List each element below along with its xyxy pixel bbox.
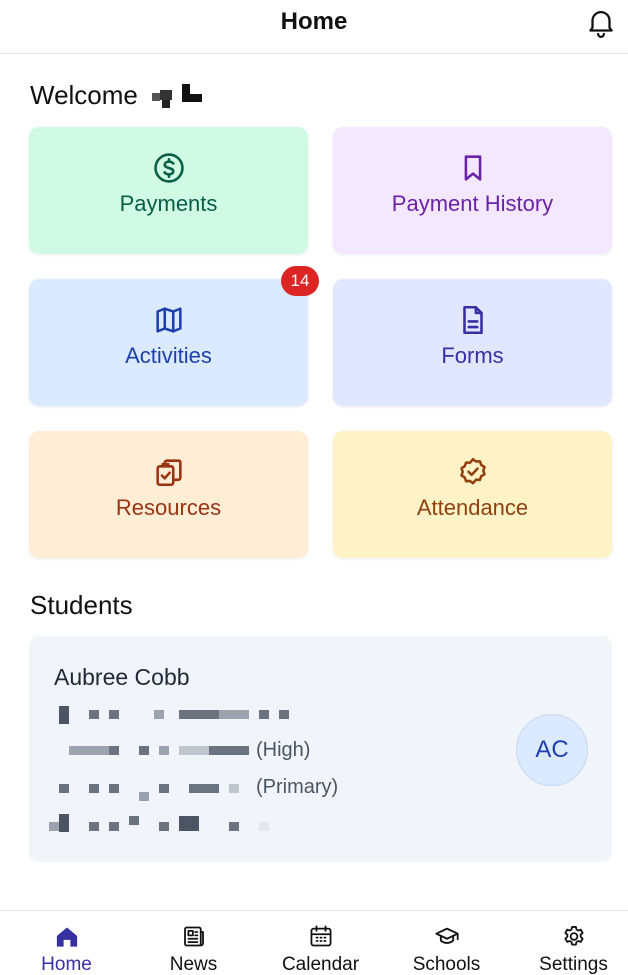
student-card[interactable]: Aubree Cobb (High) (Primary) AC <box>29 636 612 862</box>
graduation-cap-icon <box>434 927 459 944</box>
document-icon <box>462 305 483 335</box>
bottom-tab-bar: Home News Calendar Schools Settings <box>0 910 628 975</box>
attendance-tile[interactable]: Attendance <box>333 431 612 558</box>
welcome-label: Welcome <box>30 80 138 110</box>
tab-news-label: News <box>169 954 218 975</box>
bell-icon[interactable] <box>584 5 618 39</box>
tab-calendar-label: Calendar <box>281 954 360 975</box>
tab-news[interactable]: News <box>131 911 256 975</box>
tab-calendar[interactable]: Calendar <box>258 911 383 975</box>
school-level-high: (High) <box>256 739 311 761</box>
tab-settings[interactable]: Settings <box>511 911 628 975</box>
forms-tile[interactable]: Forms <box>333 279 612 406</box>
student-name: Aubree Cobb <box>54 664 190 690</box>
students-heading: Students <box>30 590 133 620</box>
resources-tile[interactable]: Resources <box>29 431 308 558</box>
calendar-icon <box>310 925 331 947</box>
payments-label: Payments <box>119 191 218 216</box>
activities-count-badge: 14 <box>281 266 319 296</box>
bookmark-icon <box>464 155 481 181</box>
payment-history-tile[interactable]: Payment History <box>333 127 612 254</box>
home-icon <box>56 927 77 947</box>
payment-history-label: Payment History <box>391 191 554 216</box>
tab-home-label: Home <box>41 954 92 975</box>
map-icon <box>155 307 182 333</box>
redacted-school-high <box>49 742 249 760</box>
resources-label: Resources <box>115 495 222 520</box>
activities-label: Activities <box>125 343 212 368</box>
tab-home[interactable]: Home <box>4 911 129 975</box>
header: Home <box>0 0 628 54</box>
redacted-school-primary <box>49 780 249 801</box>
dollar-circle-icon <box>153 153 184 183</box>
forms-label: Forms <box>441 343 504 368</box>
redacted-user-name <box>151 82 206 110</box>
gear-icon <box>563 926 584 946</box>
redacted-student-extra <box>49 814 289 834</box>
clipboard-copy-icon <box>155 459 182 487</box>
tab-settings-label: Settings <box>539 954 608 975</box>
school-level-primary: (Primary) <box>256 776 339 798</box>
check-badge-icon <box>459 457 486 485</box>
welcome-heading: Welcome <box>30 80 206 111</box>
newspaper-icon <box>183 926 204 947</box>
payments-tile[interactable]: Payments <box>29 127 308 254</box>
activities-tile[interactable]: Activities <box>29 279 308 406</box>
avatar[interactable]: AC <box>516 714 588 786</box>
tab-schools[interactable]: Schools <box>384 911 509 975</box>
page-title: Home <box>280 8 348 35</box>
redacted-student-info <box>49 706 309 724</box>
attendance-label: Attendance <box>416 495 529 520</box>
tab-schools-label: Schools <box>412 954 481 975</box>
